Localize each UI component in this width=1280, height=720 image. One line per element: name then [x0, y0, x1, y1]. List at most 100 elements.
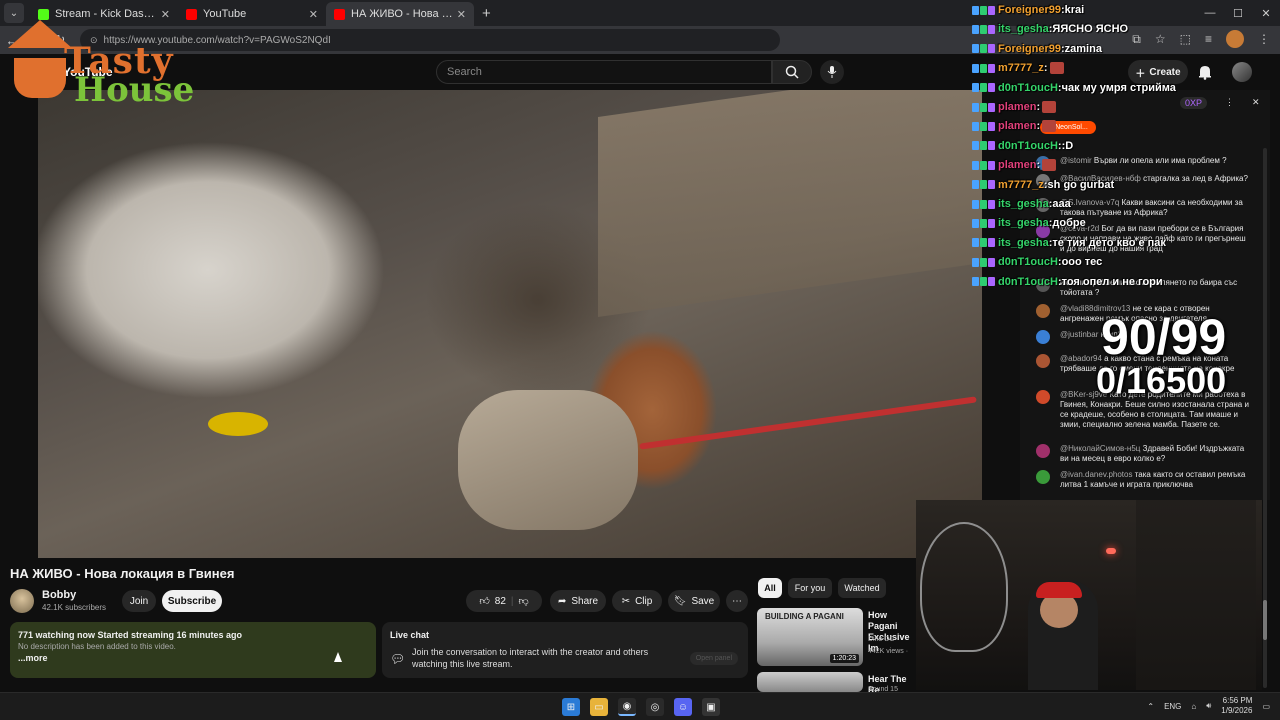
obs-icon[interactable]: ◎ [646, 698, 664, 716]
open-in-app-icon[interactable]: ⧉ [1132, 32, 1141, 47]
kick-message: добре [1052, 217, 1086, 230]
chat-panel-header: 0XP ⋮ ✕ [1180, 97, 1260, 109]
chip-watched[interactable]: Watched [838, 578, 886, 598]
user-badges-icon [972, 160, 995, 170]
chip-label: All [764, 583, 776, 593]
voice-search-button[interactable] [820, 60, 844, 84]
separator: : [1043, 62, 1048, 75]
minimize-icon[interactable]: — [1196, 0, 1224, 26]
close-tab-icon[interactable]: ✕ [309, 8, 318, 21]
account-avatar[interactable] [1232, 62, 1252, 82]
tab-live-video[interactable]: НА ЖИВО - Нова локация в ✕ [326, 2, 474, 26]
xp-badge[interactable]: 0XP [1180, 97, 1208, 109]
youtube-favicon-icon [186, 8, 197, 20]
recommended-channel[interactable]: Dino DC [868, 636, 894, 643]
kick-username: m7777_z [998, 62, 1044, 75]
chat-avatar[interactable] [1036, 304, 1050, 318]
clock-time: 6:56 PM [1222, 696, 1253, 705]
chat-username[interactable]: @justinbar [1060, 330, 1098, 339]
close-window-icon[interactable]: ✕ [1252, 0, 1280, 26]
like-button[interactable]: 👍︎ 82 [479, 595, 506, 608]
kick-chat-line: plamen : [972, 99, 1057, 115]
kick-username: d0nT1oucH [998, 139, 1058, 152]
user-badges-icon [972, 141, 995, 151]
thumbnail-text: BUILDING A PAGANI [765, 612, 844, 621]
tab-youtube[interactable]: YouTube ✕ [178, 2, 326, 26]
search-input[interactable]: Search [436, 60, 772, 84]
chat-avatar[interactable] [1036, 330, 1050, 344]
emote-icon [1042, 159, 1057, 172]
network-icon[interactable]: ⌂ [1191, 702, 1196, 711]
subscribe-button[interactable]: Subscribe [162, 590, 222, 612]
emote-icon [1042, 101, 1057, 113]
mouse-cursor-icon [334, 652, 342, 662]
new-tab-icon[interactable]: + [482, 5, 491, 22]
kick-chat-line: plamen : [972, 118, 1057, 134]
more-actions-button[interactable]: ⋯ [726, 590, 748, 612]
video-player[interactable] [38, 90, 982, 558]
counter-bottom: 0/16500 [1096, 360, 1227, 401]
channel-avatar[interactable] [10, 589, 34, 613]
chat-username[interactable]: @НиколайСимов-н5ц [1060, 444, 1140, 453]
media-controls-icon[interactable]: ≡ [1205, 32, 1212, 46]
chat-menu-icon[interactable]: ⋮ [1225, 97, 1234, 109]
clip-button[interactable]: ✂ Clip [612, 590, 662, 612]
chip-all[interactable]: All [758, 578, 782, 598]
description-box[interactable]: 771 watching now Started streaming 16 mi… [10, 622, 376, 678]
share-button[interactable]: ➦ Share [550, 590, 606, 612]
chat-username[interactable]: @istomir [1060, 156, 1092, 165]
user-badges-icon [972, 121, 995, 131]
recommended-thumbnail[interactable] [757, 672, 863, 692]
brand-line2: House [74, 70, 195, 110]
bookmark-star-icon[interactable]: ☆ [1155, 32, 1166, 46]
chat-avatar[interactable] [1036, 444, 1050, 458]
extensions-icon[interactable]: ⬚ [1180, 32, 1191, 46]
webcam-lamp [1106, 548, 1116, 554]
discord-icon[interactable]: ☺ [674, 698, 692, 716]
browser-menu-icon[interactable]: ⋮ [1258, 32, 1270, 46]
recommended-thumbnail[interactable]: BUILDING A PAGANI 1:20:23 [757, 608, 863, 666]
kick-chat-line: m7777_z : sh go gurbat [972, 177, 1114, 193]
browser-toolbar-icons: ⧉ ☆ ⬚ ≡ ⋮ [1132, 30, 1270, 48]
windows-start-icon[interactable]: ⊞ [562, 698, 580, 716]
notifications-bell-icon[interactable] [1198, 64, 1212, 80]
tray-overflow-icon[interactable]: ⌃ [1147, 702, 1154, 711]
chip-for-you[interactable]: For you [788, 578, 832, 598]
show-more-link[interactable]: ...more [18, 653, 368, 663]
volume-icon[interactable]: 🔊︎ [1206, 701, 1211, 711]
terminal-icon[interactable]: ▣ [702, 698, 720, 716]
maximize-icon[interactable]: ☐ [1224, 0, 1252, 26]
video-frame-dipstick [208, 412, 268, 436]
url-input[interactable]: ⊙ https://www.youtube.com/watch?v=PAGWoS… [80, 29, 780, 51]
kick-message: ооо тес [1061, 256, 1103, 269]
channel-name[interactable]: Bobby [42, 589, 76, 601]
like-count: 82 [494, 595, 506, 607]
close-tab-icon[interactable]: ✕ [457, 8, 466, 21]
chat-username[interactable]: @ivan.danev.photos [1060, 470, 1132, 479]
clock[interactable]: 6:56 PM 1/9/2026 [1221, 696, 1252, 716]
chrome-icon[interactable]: ◉ [618, 698, 636, 716]
dislike-button[interactable]: 👎︎ [519, 595, 529, 607]
create-label: Create [1149, 66, 1181, 78]
kick-username: plamen [998, 101, 1037, 113]
video-frame-wire [639, 396, 977, 450]
close-chat-icon[interactable]: ✕ [1252, 97, 1260, 109]
kick-message: ЯЯСНО ЯСНО [1052, 23, 1129, 36]
save-button[interactable]: 🔖︎ Save [668, 590, 720, 612]
profile-avatar[interactable] [1226, 30, 1244, 48]
chat-avatar[interactable] [1036, 354, 1050, 368]
page-scrollbar-thumb[interactable] [1263, 600, 1267, 640]
video-frame-hose [458, 390, 638, 530]
kick-message: sh go gurbat [1047, 178, 1115, 191]
open-panel-button[interactable]: Open panel [689, 652, 738, 665]
house-roof-icon [8, 20, 72, 48]
language-indicator[interactable]: ENG [1164, 702, 1181, 711]
notifications-icon[interactable]: ▭ [1262, 702, 1270, 711]
chat-avatar[interactable] [1036, 470, 1050, 484]
file-explorer-icon[interactable]: ▭ [590, 698, 608, 716]
join-button[interactable]: Join [122, 590, 156, 612]
chat-avatar[interactable] [1036, 390, 1050, 404]
video-title: НА ЖИВО - Нова локация в Гвинея [10, 566, 235, 581]
search-button[interactable] [772, 60, 812, 84]
user-badges-icon [972, 218, 995, 228]
